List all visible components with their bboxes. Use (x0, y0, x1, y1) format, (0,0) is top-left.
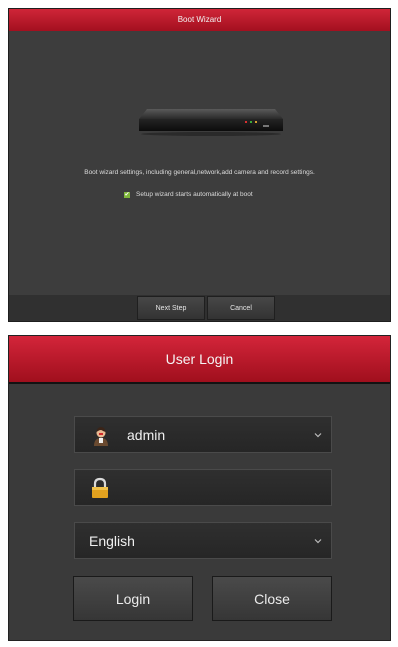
boot-wizard-window: Boot Wizard Boot wizard settings, includ… (8, 8, 391, 322)
auto-start-row[interactable]: ✔ Setup wizard starts automatically at b… (124, 191, 253, 198)
boot-wizard-title: Boot Wizard (9, 9, 390, 31)
username-value: admin (127, 426, 166, 443)
user-avatar-icon (94, 426, 108, 446)
nvr-device-image (139, 109, 283, 136)
user-login-title-text: User Login (165, 351, 234, 367)
close-button[interactable]: Close (212, 576, 332, 621)
login-button[interactable]: Login (73, 576, 193, 621)
cancel-button[interactable]: Cancel (207, 296, 275, 320)
language-select[interactable]: English (74, 522, 332, 559)
chevron-down-icon (314, 432, 322, 437)
password-field[interactable] (74, 469, 332, 506)
boot-wizard-description: Boot wizard settings, including general,… (84, 169, 315, 176)
user-login-window: User Login admin English Login Close (8, 335, 391, 641)
username-select[interactable]: admin (74, 416, 332, 453)
lock-icon (92, 477, 108, 498)
user-login-title: User Login (9, 336, 390, 384)
chevron-down-icon (314, 538, 322, 543)
language-value: English (89, 532, 135, 549)
next-step-button[interactable]: Next Step (137, 296, 205, 320)
screenshot: Boot Wizard Boot wizard settings, includ… (0, 0, 398, 647)
boot-wizard-body (9, 31, 390, 301)
auto-start-label: Setup wizard starts automatically at boo… (136, 191, 253, 198)
auto-start-checkbox[interactable]: ✔ (124, 191, 130, 198)
